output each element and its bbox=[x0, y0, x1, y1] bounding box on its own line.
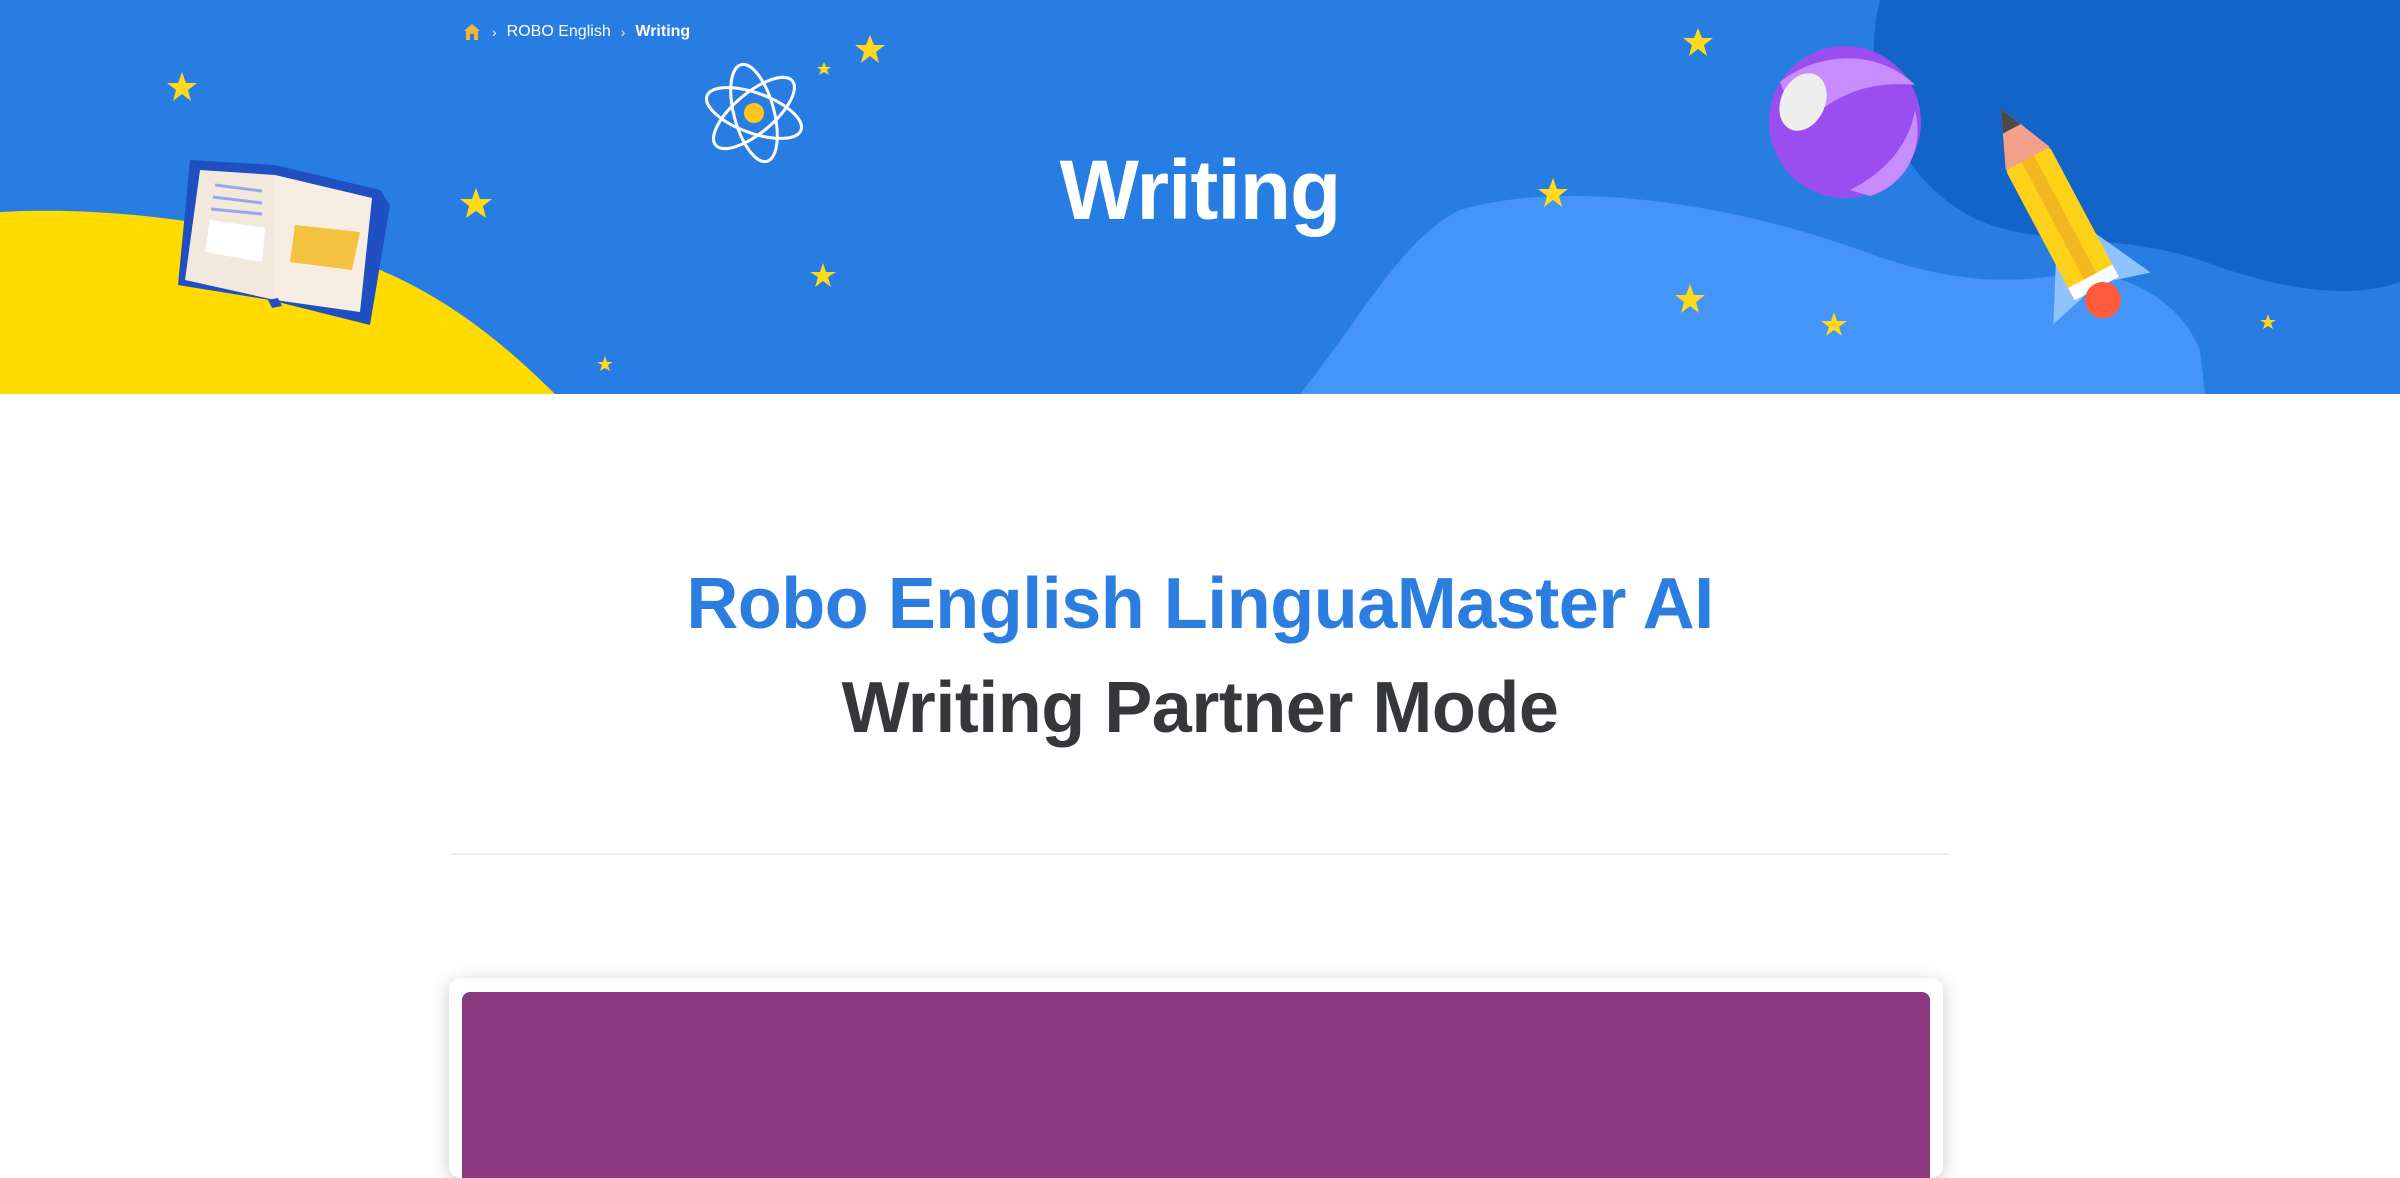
app-embed-frame[interactable] bbox=[462, 992, 1930, 1178]
app-embed-card bbox=[449, 978, 1943, 1178]
heading-mode-name: Writing Partner Mode bbox=[841, 668, 1559, 748]
heading-product-name: Robo English LinguaMaster AI bbox=[686, 564, 1714, 644]
chevron-right-icon: › bbox=[492, 24, 497, 40]
home-icon[interactable] bbox=[462, 22, 482, 42]
chevron-right-icon: › bbox=[620, 24, 626, 40]
page-heading: Robo English LinguaMaster AI Writing Par… bbox=[0, 552, 2400, 760]
breadcrumb: › ROBO English › Writing bbox=[462, 20, 690, 44]
breadcrumb-link-robo-english[interactable]: ROBO English bbox=[507, 23, 611, 41]
breadcrumb-current-page: Writing bbox=[635, 23, 691, 40]
hero-title: Writing bbox=[1059, 143, 1342, 237]
hero-banner: › ROBO English › Writing Writing bbox=[0, 0, 2400, 394]
section-divider bbox=[450, 853, 1950, 855]
